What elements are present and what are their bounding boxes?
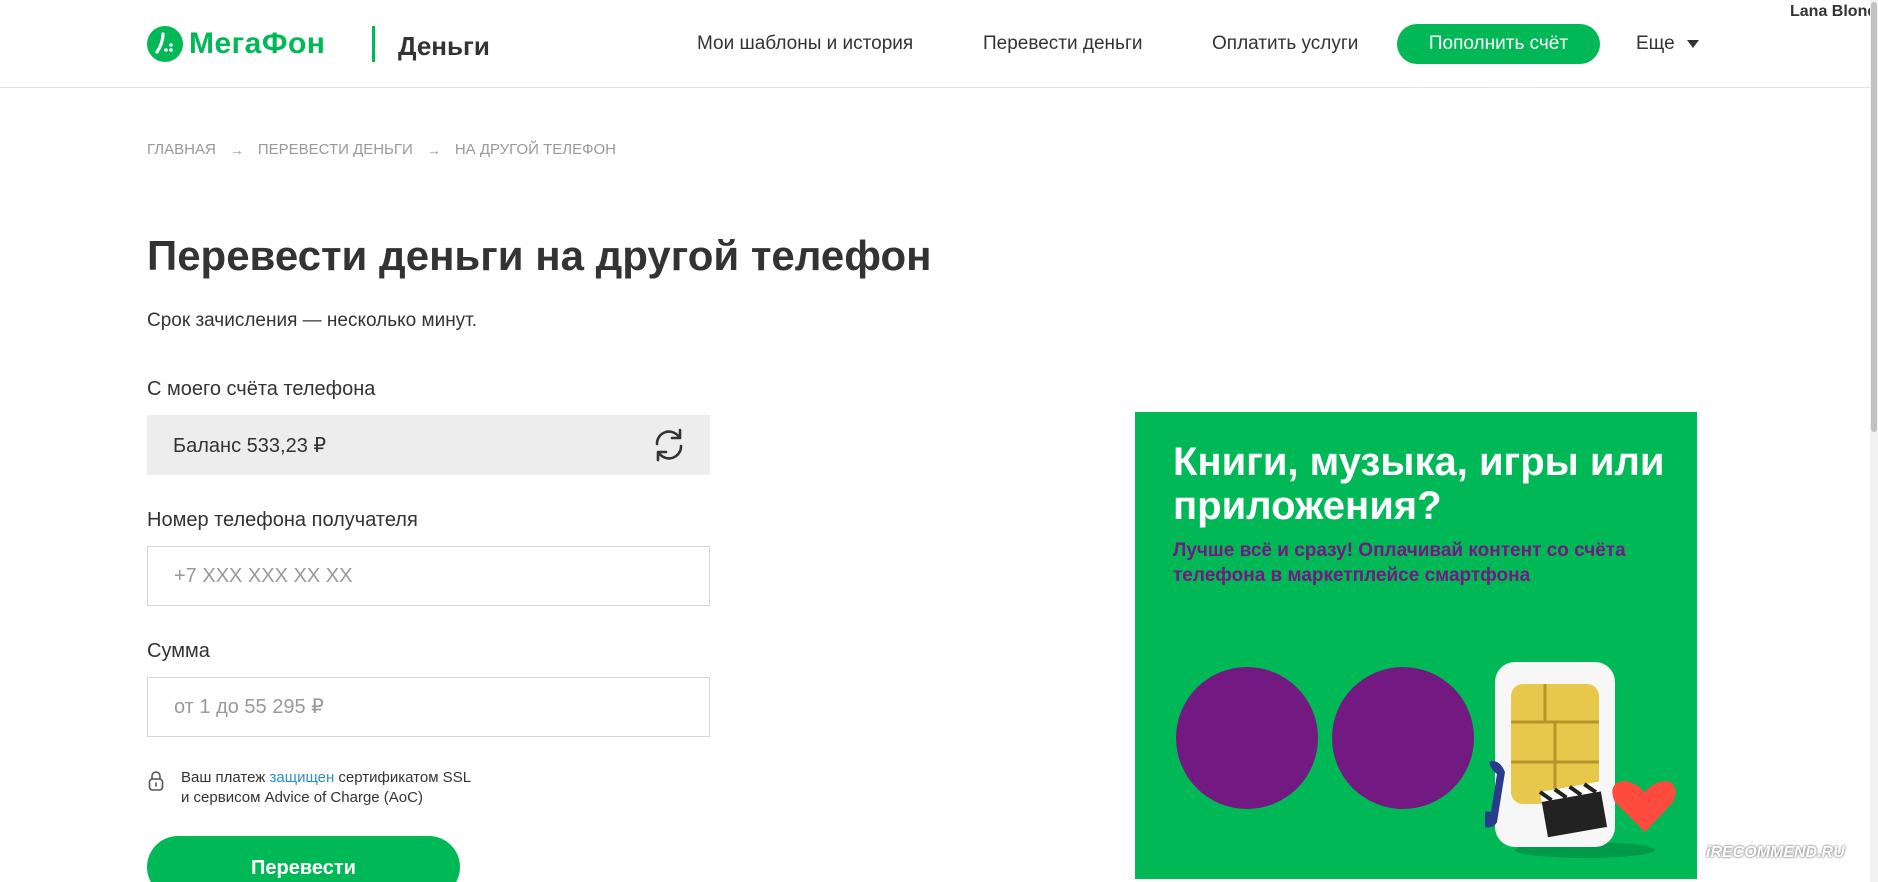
breadcrumb: Главная → Перевести деньги → На другой т… <box>147 141 616 158</box>
amount-input[interactable] <box>148 678 709 736</box>
banner-purple-circle <box>1332 667 1474 809</box>
banner-title: Книги, музыка, игры или приложения? <box>1173 440 1665 528</box>
transfer-submit-button[interactable]: Перевести <box>147 836 460 882</box>
breadcrumb-current: На другой телефон <box>454 141 616 158</box>
arrow-right-icon: → <box>229 141 244 158</box>
megafon-logo-icon <box>147 26 183 62</box>
from-account-label: С моего счёта телефона <box>147 378 376 400</box>
more-menu[interactable]: Еще <box>1636 33 1699 55</box>
nav-templates-history[interactable]: Мои шаблоны и история <box>697 33 913 55</box>
recipient-phone-input[interactable] <box>148 547 709 605</box>
user-name: Lana Blond <box>1790 3 1878 20</box>
breadcrumb-home[interactable]: Главная <box>147 141 216 158</box>
brand-name: МегаФон <box>189 27 326 60</box>
refresh-icon[interactable] <box>650 427 688 463</box>
logo-divider <box>372 26 375 62</box>
ssl-protected-link[interactable]: защищен <box>270 769 335 786</box>
ssl-notice: Ваш платеж защищен сертификатом SSL и се… <box>147 768 471 808</box>
promo-banner[interactable]: Книги, музыка, игры или приложения? Лучш… <box>1135 412 1697 879</box>
site-header: МегаФон Деньги Мои шаблоны и история Пер… <box>0 0 1870 88</box>
amount-field-wrapper <box>147 677 710 737</box>
sim-card-illustration <box>1485 662 1676 858</box>
recipient-phone-label: Номер телефона получателя <box>147 509 418 531</box>
balance-selector[interactable]: Баланс 533,23 ₽ <box>147 415 710 475</box>
ssl-text-after: сертификатом SSL <box>334 769 472 786</box>
topup-button[interactable]: Пополнить счёт <box>1397 24 1600 64</box>
scrollbar[interactable] <box>1870 0 1878 882</box>
balance-value: Баланс 533,23 ₽ <box>173 435 327 457</box>
arrow-right-icon: → <box>426 141 441 158</box>
watermark: iRECOMMEND.RU <box>1706 844 1845 861</box>
more-label: Еще <box>1636 33 1675 54</box>
ssl-text-line2: и сервисом Advice of Charge (AoC) <box>181 789 423 806</box>
megafon-logo[interactable]: МегаФон <box>147 26 325 62</box>
section-title[interactable]: Деньги <box>398 31 490 62</box>
banner-subtitle: Лучше всё и сразу! Оплачивай контент со … <box>1173 540 1626 586</box>
scrollbar-thumb[interactable] <box>1871 2 1877 432</box>
page-title: Перевести деньги на другой телефон <box>147 232 932 279</box>
nav-pay-services[interactable]: Оплатить услуги <box>1212 33 1358 55</box>
page-subtitle: Срок зачисления — несколько минут. <box>147 310 478 331</box>
amount-label: Сумма <box>147 640 210 662</box>
banner-purple-circle <box>1176 667 1318 809</box>
recipient-phone-field-wrapper <box>147 546 710 606</box>
ssl-text-before: Ваш платеж <box>181 769 270 786</box>
lock-icon <box>148 771 164 791</box>
nav-transfer-money[interactable]: Перевести деньги <box>983 33 1143 55</box>
breadcrumb-transfer[interactable]: Перевести деньги <box>258 141 413 158</box>
chevron-down-icon <box>1686 40 1699 48</box>
